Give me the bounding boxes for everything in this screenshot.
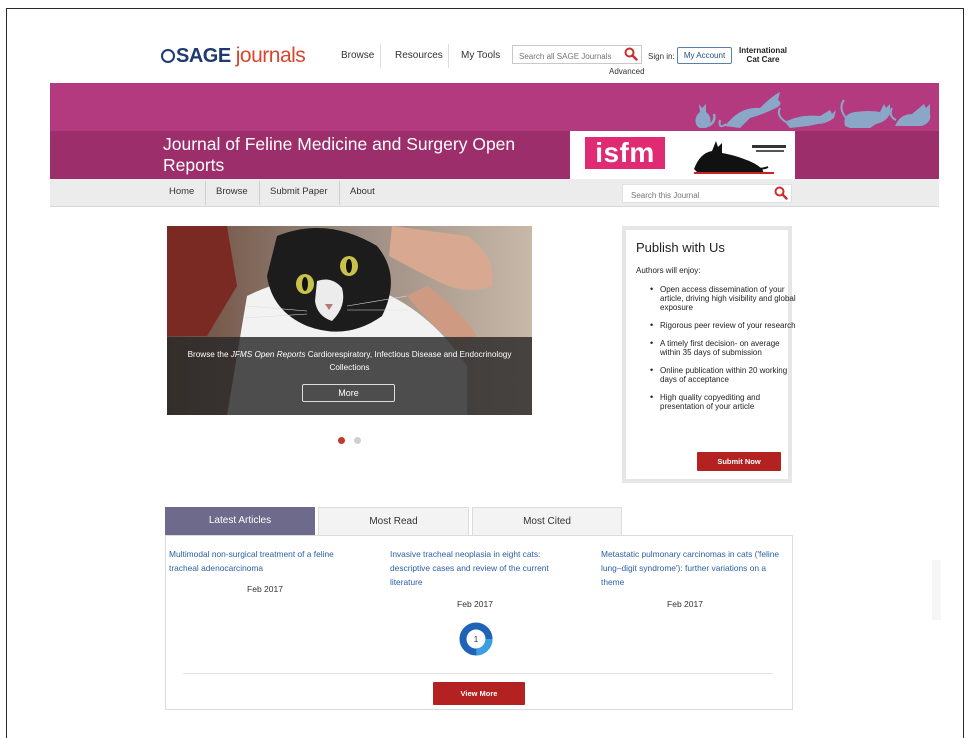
carousel-caption: Browse the JFMS Open Reports Cardiorespi… — [167, 337, 532, 415]
altmetric-score: 1 — [474, 635, 479, 644]
benefit-item: Online publication within 20 working day… — [650, 366, 802, 384]
nav-divider — [380, 44, 381, 68]
article-title-link[interactable]: Metastatic pulmonary carcinomas in cats … — [601, 547, 786, 589]
featured-carousel[interactable]: Browse the JFMS Open Reports Cardiorespi… — [167, 226, 532, 415]
nav-resources[interactable]: Resources — [395, 50, 443, 61]
sign-in-label: Sign in: — [648, 52, 675, 61]
partner-link[interactable]: International Cat Care — [738, 46, 788, 64]
journal-nav-browse[interactable]: Browse — [216, 186, 248, 197]
nav-divider — [339, 181, 340, 205]
article-title-link[interactable]: Multimodal non-surgical treatment of a f… — [169, 547, 354, 575]
site-search-box[interactable] — [512, 45, 642, 64]
search-icon[interactable] — [623, 46, 639, 63]
article-title-link[interactable]: Invasive tracheal neoplasia in eight cat… — [390, 547, 565, 589]
journal-nav-submit-paper[interactable]: Submit Paper — [270, 186, 328, 197]
benefit-item: A timely first decision- on average with… — [650, 339, 802, 357]
altmetric-badge-icon[interactable]: 1 — [458, 621, 494, 657]
article-date: Feb 2017 — [667, 599, 703, 609]
carousel-more-button[interactable]: More — [302, 384, 395, 402]
tab-most-cited[interactable]: Most Cited — [472, 507, 622, 535]
publish-intro: Authors will enjoy: — [636, 266, 701, 275]
partner-line2: Cat Care — [746, 55, 780, 64]
feline-practitioner-logo-icon — [694, 141, 786, 174]
journal-title-line1: Journal of Feline Medicine and Surgery O… — [163, 134, 516, 154]
journal-nav-about[interactable]: About — [350, 186, 375, 197]
submit-now-button[interactable]: Submit Now — [697, 452, 781, 471]
carousel-caption-text: Browse the JFMS Open Reports Cardiorespi… — [187, 350, 512, 372]
journal-search-input[interactable] — [631, 188, 771, 203]
sage-journals-logo[interactable]: SAGE journals — [161, 44, 306, 68]
isfm-logo: isfm — [585, 137, 665, 169]
carousel-dot-2[interactable] — [354, 437, 361, 444]
my-account-button[interactable]: My Account — [677, 47, 732, 64]
benefit-item: Open access dissemination of your articl… — [650, 285, 802, 312]
sage-mark-icon — [161, 49, 175, 63]
publish-title: Publish with Us — [636, 240, 725, 255]
nav-divider — [259, 181, 260, 205]
nav-divider — [205, 181, 206, 205]
tab-latest-articles[interactable]: Latest Articles — [165, 507, 315, 535]
tab-most-read[interactable]: Most Read — [318, 507, 469, 535]
nav-divider — [448, 44, 449, 68]
altmetric-donut: 1 — [459, 622, 493, 656]
journal-nav-home[interactable]: Home — [169, 186, 194, 197]
benefit-item: High quality copyediting and presentatio… — [650, 393, 802, 411]
journal-title-line2: Reports — [163, 155, 225, 175]
journal-title[interactable]: Journal of Feline Medicine and Surgery O… — [163, 134, 563, 176]
carousel-dot-1[interactable] — [338, 437, 345, 444]
publish-with-us-panel: Publish with Us Authors will enjoy: Open… — [622, 226, 796, 483]
nav-browse[interactable]: Browse — [341, 50, 374, 61]
benefit-item: Rigorous peer review of your research — [650, 321, 802, 330]
article-date: Feb 2017 — [247, 584, 283, 594]
site-search-input[interactable] — [519, 49, 627, 64]
benefits-list: Open access dissemination of your articl… — [636, 285, 802, 420]
advanced-search-link[interactable]: Advanced — [609, 67, 645, 76]
society-logo-panel[interactable]: isfm — [570, 131, 795, 179]
view-more-button[interactable]: View More — [433, 682, 525, 705]
partner-line1: International — [738, 46, 787, 55]
feedback-tab[interactable] — [932, 560, 941, 620]
search-icon[interactable] — [773, 185, 789, 202]
nav-my-tools[interactable]: My Tools — [461, 50, 500, 61]
article-date: Feb 2017 — [457, 599, 493, 609]
journal-search-box[interactable] — [622, 184, 792, 203]
divider — [183, 673, 773, 674]
cats-silhouette-illustration — [695, 92, 931, 128]
